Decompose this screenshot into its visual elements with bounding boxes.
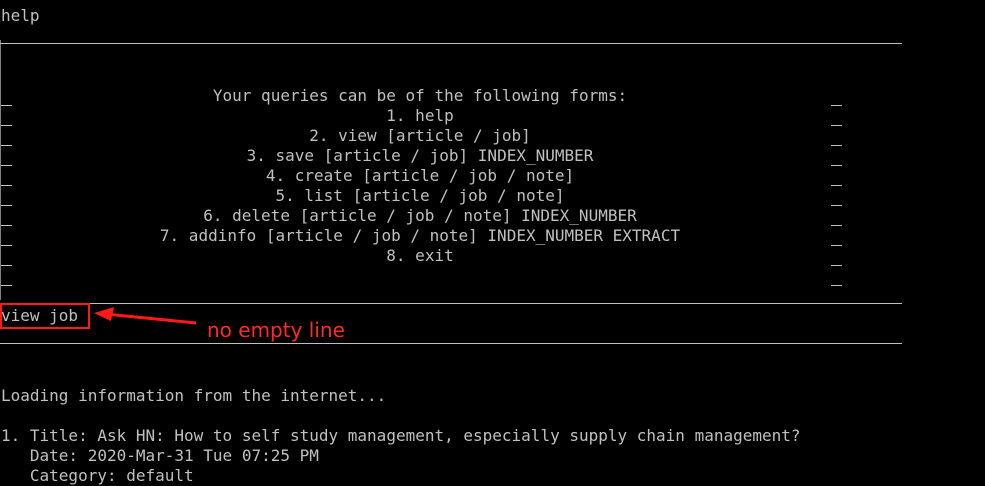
border-mark [1, 245, 12, 246]
border-mark [831, 145, 842, 146]
menu-item: 2. view [article / job] [309, 126, 531, 145]
border-mark [831, 185, 842, 186]
border-mark [831, 165, 842, 166]
border-mark [1, 285, 12, 286]
menu-item: 6. delete [article / job / note] INDEX_N… [203, 206, 637, 225]
separator-3 [0, 343, 902, 344]
border-mark [1, 125, 12, 126]
border-mark [831, 205, 842, 206]
border-mark [1, 225, 12, 226]
separator-2 [0, 303, 902, 304]
help-menu: Your queries can be of the following for… [0, 86, 840, 266]
border-mark [831, 265, 842, 266]
border-mark [831, 125, 842, 126]
highlight-box [0, 303, 90, 329]
border-mark [1, 265, 12, 266]
separator-1 [0, 43, 902, 44]
annotation-note: no empty line [207, 318, 345, 342]
menu-item: 4. create [article / job / note] [265, 166, 575, 185]
result-title: 1. Title: Ask HN: How to self study mana… [1, 426, 801, 445]
menu-item: 8. exit [386, 246, 454, 265]
loading-message: Loading information from the internet... [1, 386, 387, 405]
menu-item: 5. list [article / job / note] [275, 186, 565, 205]
border-mark [1, 185, 12, 186]
border-mark [1, 205, 12, 206]
command-help: help [1, 6, 40, 25]
menu-item: 1. help [386, 106, 454, 125]
menu-item: 7. addinfo [article / job / note] INDEX_… [159, 226, 681, 245]
result-category: Category: default [1, 466, 194, 485]
result-date: Date: 2020-Mar-31 Tue 07:25 PM [1, 446, 319, 465]
menu-heading: Your queries can be of the following for… [212, 86, 628, 105]
border-mark [1, 105, 12, 106]
border-mark [831, 105, 842, 106]
border-mark [831, 225, 842, 226]
border-mark [831, 285, 842, 286]
menu-item: 3. save [article / job] INDEX_NUMBER [246, 146, 594, 165]
border-mark [831, 245, 842, 246]
border-mark [1, 145, 12, 146]
annotation-arrow [94, 307, 197, 325]
border-mark [1, 165, 12, 166]
